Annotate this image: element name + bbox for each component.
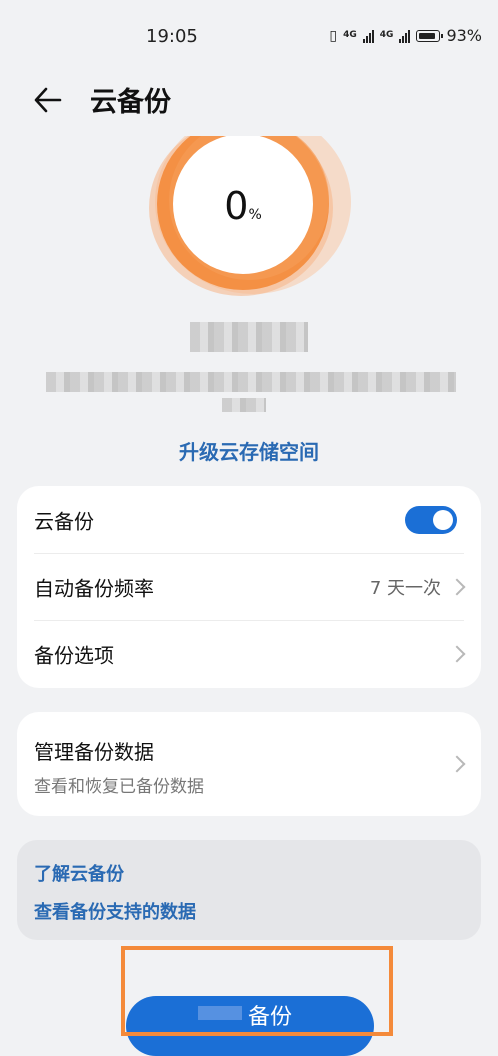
manage-backup-subtitle: 查看和恢复已备份数据	[34, 777, 204, 797]
status-bar: 19:05 ▯ 4G 4G 93%	[0, 0, 498, 70]
backup-frequency-row[interactable]: 自动备份频率 7 天一次	[17, 553, 481, 620]
network-type-2: 4G	[379, 30, 394, 40]
highlight-annotation	[121, 946, 393, 1036]
backup-options-row[interactable]: 备份选项	[17, 620, 481, 687]
app-header: 云备份	[0, 78, 498, 122]
cloud-backup-row[interactable]: 云备份	[17, 486, 481, 553]
settings-card: 云备份 自动备份频率 7 天一次 备份选项	[17, 486, 481, 688]
cloud-backup-toggle[interactable]	[405, 505, 457, 534]
back-button[interactable]	[30, 84, 70, 116]
backup-frequency-value: 7 天一次	[369, 577, 441, 599]
signal-icon-1	[362, 29, 374, 43]
backup-options-label: 备份选项	[34, 643, 114, 667]
network-type-1: 4G	[343, 30, 357, 40]
obscured-storage-info-2	[222, 398, 266, 412]
manage-backup-title: 管理备份数据	[34, 740, 154, 764]
upgrade-storage-link[interactable]: 升级云存储空间	[0, 436, 498, 465]
cloud-backup-label: 云备份	[34, 509, 94, 533]
learn-cloud-backup-link[interactable]: 了解云备份	[34, 860, 124, 886]
battery-percent: 93%	[446, 26, 482, 45]
manage-backup-card[interactable]: 管理备份数据 查看和恢复已备份数据	[17, 712, 481, 816]
status-time: 19:05	[146, 26, 198, 47]
backup-progress-ring: 0%	[145, 136, 355, 306]
obscured-storage-info	[46, 372, 456, 392]
chevron-right-icon	[448, 645, 466, 662]
back-arrow-icon	[34, 87, 62, 113]
signal-icon-2	[399, 29, 411, 43]
chevron-right-icon	[448, 755, 466, 773]
page-title: 云备份	[90, 87, 171, 118]
progress-percent: 0%	[224, 184, 262, 228]
chevron-right-icon	[448, 578, 466, 595]
obscured-account-name	[190, 322, 308, 352]
vibrate-icon: ▯	[329, 27, 338, 44]
status-icons: ▯ 4G 4G 93%	[329, 26, 482, 45]
battery-icon	[416, 29, 444, 42]
supported-data-link[interactable]: 查看备份支持的数据	[34, 898, 196, 924]
info-section: 了解云备份 查看备份支持的数据	[17, 840, 481, 940]
backup-frequency-label: 自动备份频率	[34, 576, 154, 600]
